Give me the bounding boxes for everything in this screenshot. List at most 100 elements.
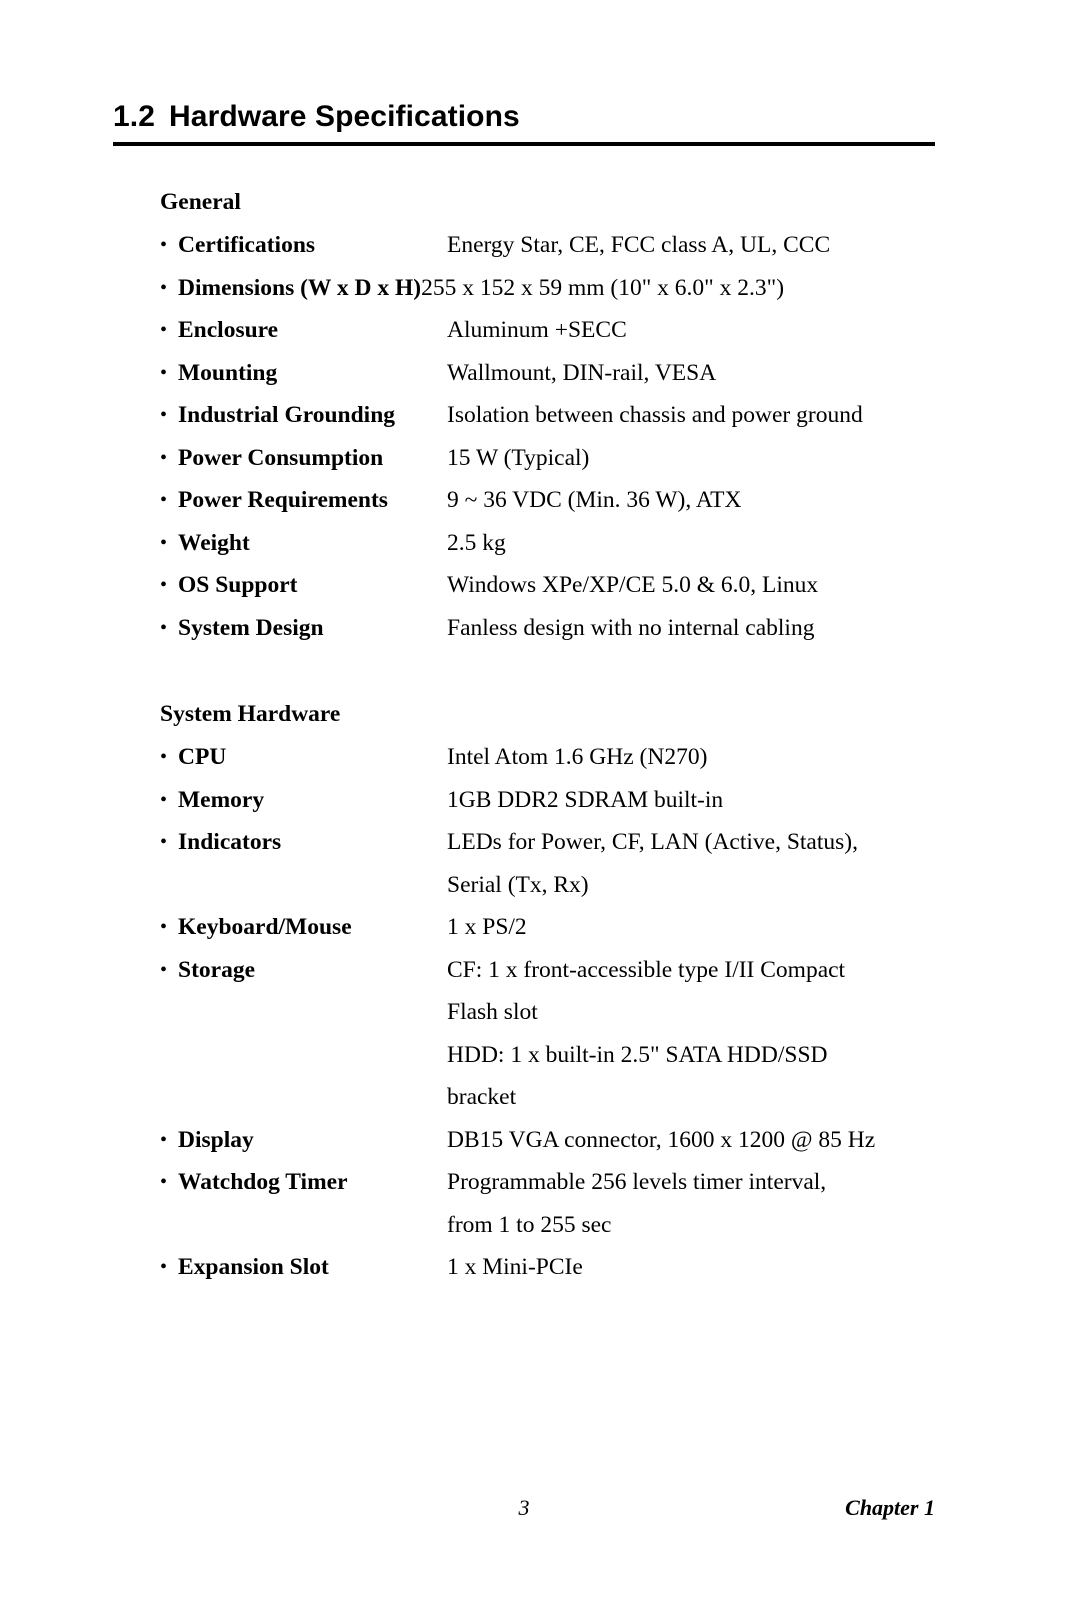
spec-value-line: Windows XPe/XP/CE 5.0 & 6.0, Linux bbox=[447, 572, 819, 598]
spec-label: Dimensions (W x D x H) bbox=[178, 274, 422, 301]
bullet-icon: • bbox=[160, 958, 168, 981]
spec-row: • Memory 1GB DDR2 SDRAM built-in bbox=[160, 779, 950, 822]
spec-row: • Industrial Grounding Isolation between c… bbox=[160, 394, 950, 437]
spec-row: • Power Requirements 9 ~ 36 VDC (Min. 36 W… bbox=[160, 479, 950, 522]
spec-row: • Keyboard/Mouse 1 x PS/2 bbox=[160, 906, 950, 949]
spec-row: • Storage CF: 1 x front-accessible type I/… bbox=[160, 949, 950, 1119]
spec-row: • Expansion Slot 1 x Mini-PCIe bbox=[160, 1246, 950, 1289]
spec-value: Intel Atom 1.6 GHz (N270) bbox=[447, 736, 950, 779]
spec-value: Aluminum +SECC bbox=[447, 309, 950, 352]
spec-label: Watchdog Timer bbox=[178, 1169, 348, 1195]
spec-row: • Certifications Energy Star, CE, FCC clas… bbox=[160, 224, 950, 267]
bullet-icon: • bbox=[160, 276, 168, 299]
spec-value-line: Serial (Tx, Rx) bbox=[447, 871, 589, 898]
spec-value-line: Aluminum +SECC bbox=[447, 317, 627, 343]
spec-row: • System Design Fanless design with no int… bbox=[160, 607, 950, 650]
spec-row: • Dimensions (W x D x H) 255 x 152 x 59 mm… bbox=[160, 267, 950, 310]
spec-value: 255 x 152 x 59 mm (10" x 6.0" x 2.3") bbox=[421, 267, 950, 310]
spec-row: • OS Support Windows XPe/XP/CE 5.0 & 6.0, … bbox=[160, 564, 950, 607]
spec-row: • Mounting Wallmount, DIN-rail, VESA bbox=[160, 352, 950, 395]
spec-value: Fanless design with no internal cabling bbox=[447, 607, 950, 650]
spec-row: • Enclosure Aluminum +SECC bbox=[160, 309, 950, 352]
spec-label: Keyboard/Mouse bbox=[178, 914, 352, 940]
spec-label: Enclosure bbox=[178, 317, 279, 343]
spec-value: 1GB DDR2 SDRAM built-in bbox=[447, 779, 950, 822]
page-title: 1.2 Hardware Specifications bbox=[113, 100, 935, 134]
spec-value-line: Intel Atom 1.6 GHz (N270) bbox=[447, 744, 708, 770]
document-page: 1.2 Hardware Specifications General • Certi… bbox=[0, 0, 1080, 1618]
section-title-text: Hardware Specifications bbox=[169, 100, 520, 133]
spec-label: Weight bbox=[178, 529, 250, 556]
spec-value-line: bracket bbox=[447, 1084, 517, 1110]
spec-value: Programmable 256 levels timer interval, f… bbox=[447, 1161, 950, 1246]
bullet-icon: • bbox=[160, 1171, 168, 1193]
spec-value-line: 1GB DDR2 SDRAM built-in bbox=[447, 786, 724, 813]
bullet-icon: • bbox=[160, 616, 168, 639]
spec-label: Indicators bbox=[178, 829, 282, 855]
bullet-icon: • bbox=[160, 1256, 168, 1278]
spec-value-line: 1 x Mini-PCIe bbox=[447, 1254, 583, 1280]
spec-value-line: 255 x 152 x 59 mm (10" x 6.0" x 2.3") bbox=[421, 274, 785, 301]
spec-value-line: from 1 to 255 sec bbox=[447, 1211, 612, 1238]
spec-row: • CPU Intel Atom 1.6 GHz (N270) bbox=[160, 736, 950, 779]
specifications-body: General • Certifications Energy Star, CE, F… bbox=[160, 183, 950, 1289]
spec-label: Power Consumption bbox=[178, 444, 384, 471]
spec-label: System Design bbox=[178, 614, 324, 641]
spec-value: 1 x Mini-PCIe bbox=[447, 1246, 950, 1289]
spec-row: • Indicators LEDs for Power, CF, LAN (Acti… bbox=[160, 821, 950, 906]
footer-page-number: 3 bbox=[518, 1495, 530, 1520]
spec-value-line: Wallmount, DIN-rail, VESA bbox=[447, 359, 717, 386]
spec-row: • Display DB15 VGA connector, 1600 x 1200 … bbox=[160, 1119, 950, 1162]
bullet-icon: • bbox=[160, 404, 168, 426]
bullet-icon: • bbox=[160, 531, 168, 554]
footer-chapter-label: Chapter 1 bbox=[845, 1495, 935, 1520]
spec-label: Industrial Grounding bbox=[178, 402, 396, 428]
spec-value: DB15 VGA connector, 1600 x 1200 @ 85 Hz bbox=[447, 1119, 950, 1162]
spec-value-line: Programmable 256 levels timer interval, bbox=[447, 1169, 827, 1195]
spec-label: Power Requirements bbox=[178, 487, 388, 513]
spec-value: 9 ~ 36 VDC (Min. 36 W), ATX bbox=[447, 479, 950, 522]
spec-value-line: DB15 VGA connector, 1600 x 1200 @ 85 Hz bbox=[447, 1126, 876, 1153]
spec-value: Windows XPe/XP/CE 5.0 & 6.0, Linux bbox=[447, 564, 950, 607]
spec-label: Memory bbox=[178, 786, 265, 813]
spec-value-line: 15 W (Typical) bbox=[447, 444, 590, 471]
spec-section-title: System Hardware bbox=[160, 701, 341, 727]
spec-value-line: Energy Star, CE, FCC class A, UL, CCC bbox=[447, 232, 831, 258]
section-heading-block: 1.2 Hardware Specifications bbox=[113, 100, 935, 146]
spec-value-line: CF: 1 x front-accessible type I/II Compa… bbox=[447, 956, 846, 983]
bullet-icon: • bbox=[160, 788, 168, 811]
spec-value-line: LEDs for Power, CF, LAN (Active, Status)… bbox=[447, 829, 858, 855]
spec-value: Wallmount, DIN-rail, VESA bbox=[447, 352, 950, 395]
spec-row: • Weight 2.5 kg bbox=[160, 522, 950, 565]
spec-value: Isolation between chassis and power grou… bbox=[447, 394, 950, 437]
spec-value: 15 W (Typical) bbox=[447, 437, 950, 480]
spec-value: Energy Star, CE, FCC class A, UL, CCC bbox=[447, 224, 950, 267]
spec-label: Storage bbox=[178, 956, 256, 983]
spec-label: Certifications bbox=[178, 232, 316, 258]
spec-value-line: 2.5 kg bbox=[447, 529, 506, 556]
spec-label: Display bbox=[178, 1126, 254, 1153]
spec-value: 2.5 kg bbox=[447, 522, 950, 565]
spec-value-line: Flash slot bbox=[447, 999, 538, 1025]
spec-value: 1 x PS/2 bbox=[447, 906, 950, 949]
page-footer: 3 Chapter 1 bbox=[113, 1492, 936, 1532]
heading-divider bbox=[113, 142, 935, 146]
bullet-icon: • bbox=[160, 489, 168, 511]
spec-value: CF: 1 x front-accessible type I/II Compa… bbox=[447, 949, 950, 1119]
bullet-icon: • bbox=[160, 1128, 168, 1151]
bullet-icon: • bbox=[160, 234, 168, 256]
spec-label: Mounting bbox=[178, 359, 278, 386]
bullet-icon: • bbox=[160, 574, 168, 596]
spec-value: LEDs for Power, CF, LAN (Active, Status)… bbox=[447, 821, 950, 906]
spec-value-line: 1 x PS/2 bbox=[447, 914, 527, 940]
bullet-icon: • bbox=[160, 319, 168, 341]
spec-value-line: Fanless design with no internal cabling bbox=[447, 614, 815, 641]
bullet-icon: • bbox=[160, 446, 168, 469]
spec-label: Expansion Slot bbox=[178, 1254, 329, 1280]
bullet-icon: • bbox=[160, 831, 168, 853]
section-number: 1.2 bbox=[113, 100, 156, 133]
spec-section-title: General bbox=[160, 189, 241, 215]
spec-value-line: HDD: 1 x built-in 2.5" SATA HDD/SSD bbox=[447, 1041, 828, 1068]
bullet-icon: • bbox=[160, 361, 168, 384]
